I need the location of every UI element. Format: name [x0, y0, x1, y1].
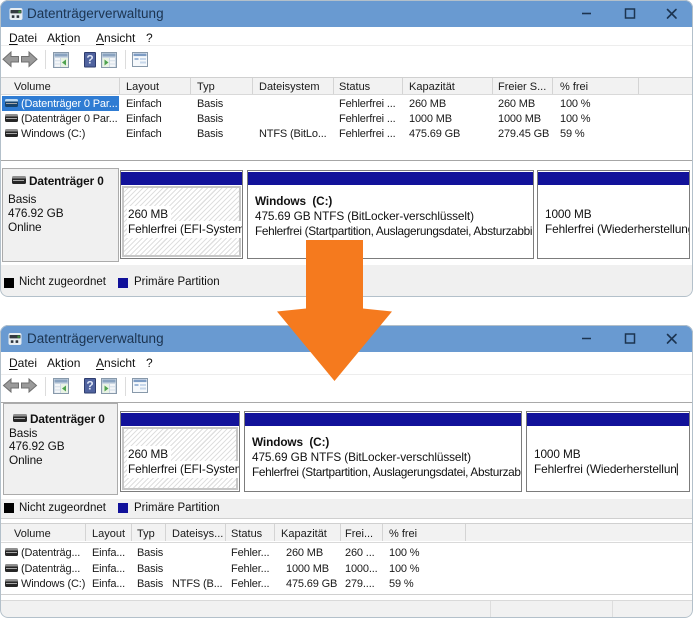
svg-text:?: ? [86, 379, 93, 393]
svg-text:?: ? [86, 53, 93, 67]
